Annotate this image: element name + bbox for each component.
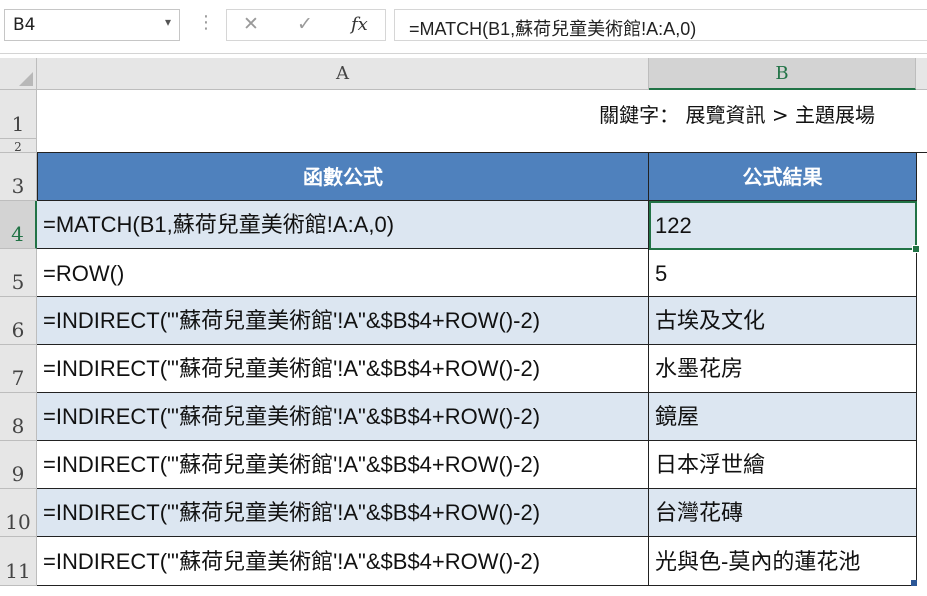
cell-b5[interactable]: 5: [649, 249, 917, 297]
row-header-5[interactable]: 5: [0, 249, 37, 297]
more-options-icon[interactable]: ⋮: [197, 14, 215, 32]
cell-b10[interactable]: 台灣花磚: [649, 489, 917, 537]
cell-a11[interactable]: =INDIRECT("'蘇荷兒童美術館'!A"&$B$4+ROW()-2): [37, 537, 649, 586]
header-result[interactable]: 公式結果: [649, 153, 917, 201]
select-all-button[interactable]: [0, 58, 37, 90]
row-number: 7: [11, 366, 25, 390]
result-cell-text: 5: [655, 261, 668, 286]
result-cell-text: 古埃及文化: [655, 308, 766, 333]
keyword-label: 關鍵字： 展覽資訊 > 主題展場: [599, 103, 875, 127]
cell-b8[interactable]: 鏡屋: [649, 393, 917, 441]
formula-buttons: ✕ ✓ fx: [226, 9, 386, 41]
header-formula[interactable]: 函數公式: [37, 153, 649, 201]
chevron-down-icon[interactable]: ▾: [165, 15, 171, 29]
row-header-10[interactable]: 10: [0, 489, 37, 537]
formula-input[interactable]: =MATCH(B1,蘇荷兒童美術館!A:A,0): [394, 9, 927, 41]
formula-cell-text: =INDIRECT("'蘇荷兒童美術館'!A"&$B$4+ROW()-2): [43, 452, 541, 477]
formula-cell-text: =INDIRECT("'蘇荷兒童美術館'!A"&$B$4+ROW()-2): [43, 356, 541, 381]
result-cell-text: 光與色-莫內的蓮花池: [655, 549, 861, 574]
cell-a7[interactable]: =INDIRECT("'蘇荷兒童美術館'!A"&$B$4+ROW()-2): [37, 345, 649, 393]
name-box[interactable]: B4 ▾: [4, 9, 180, 41]
cell-a6[interactable]: =INDIRECT("'蘇荷兒童美術館'!A"&$B$4+ROW()-2): [37, 297, 649, 345]
formula-text: =MATCH(B1,蘇荷兒童美術館!A:A,0): [409, 19, 697, 39]
row-header-9[interactable]: 9: [0, 441, 37, 489]
header-formula-label: 函數公式: [303, 165, 383, 189]
cell-a5[interactable]: =ROW(): [37, 249, 649, 297]
row-header-2[interactable]: 2: [0, 139, 37, 154]
table-resize-handle[interactable]: [911, 580, 917, 586]
row-header-8[interactable]: 8: [0, 393, 37, 441]
insert-function-icon[interactable]: fx: [351, 14, 368, 35]
row-number: 10: [5, 510, 31, 534]
row-number: 9: [11, 462, 25, 486]
fill-handle[interactable]: [912, 245, 920, 253]
cell-b6[interactable]: 古埃及文化: [649, 297, 917, 345]
cell-b11[interactable]: 光與色-莫內的蓮花池: [649, 537, 917, 586]
row-header-4[interactable]: 4: [0, 201, 37, 249]
formula-cell-text: =INDIRECT("'蘇荷兒童美術館'!A"&$B$4+ROW()-2): [43, 308, 541, 333]
row-number: 5: [11, 270, 25, 294]
row-number: 1: [11, 112, 25, 136]
row-number: 2: [14, 140, 22, 154]
cell-a8[interactable]: =INDIRECT("'蘇荷兒童美術館'!A"&$B$4+ROW()-2): [37, 393, 649, 441]
cell-a9[interactable]: =INDIRECT("'蘇荷兒童美術館'!A"&$B$4+ROW()-2): [37, 441, 649, 489]
name-box-value: B4: [13, 15, 36, 35]
cell-b9[interactable]: 日本浮世繪: [649, 441, 917, 489]
result-cell-text: 鏡屋: [655, 404, 700, 429]
select-all-icon: [19, 72, 33, 86]
cancel-icon[interactable]: ✕: [243, 13, 259, 35]
row-number: 8: [11, 414, 25, 438]
row-number: 6: [11, 318, 25, 342]
row-header-11[interactable]: 11: [0, 537, 37, 586]
column-header-c[interactable]: [916, 58, 927, 90]
row-header-7[interactable]: 7: [0, 345, 37, 393]
formula-cell-text: =MATCH(B1,蘇荷兒童美術館!A:A,0): [43, 212, 395, 237]
cell-b7[interactable]: 水墨花房: [649, 345, 917, 393]
cell-a4[interactable]: =MATCH(B1,蘇荷兒童美術館!A:A,0): [37, 201, 649, 249]
formula-cell-text: =INDIRECT("'蘇荷兒童美術館'!A"&$B$4+ROW()-2): [43, 404, 541, 429]
result-cell-text: 日本浮世繪: [655, 452, 766, 477]
formula-cell-text: =ROW(): [43, 261, 125, 286]
row-header-1[interactable]: 1: [0, 90, 37, 139]
row-header-6[interactable]: 6: [0, 297, 37, 345]
result-cell-text: 水墨花房: [655, 356, 744, 381]
formula-cell-text: =INDIRECT("'蘇荷兒童美術館'!A"&$B$4+ROW()-2): [43, 549, 541, 574]
column-header-b[interactable]: B: [649, 58, 916, 90]
column-header-a[interactable]: A: [37, 58, 649, 90]
enter-icon[interactable]: ✓: [297, 13, 313, 35]
header-result-label: 公式結果: [742, 165, 823, 189]
row-header-3[interactable]: 3: [0, 153, 37, 201]
result-cell-text: 台灣花磚: [655, 500, 744, 525]
result-cell-text: 122: [655, 213, 692, 238]
cell-b4[interactable]: 122: [649, 201, 917, 249]
row-number: 11: [5, 559, 31, 583]
row-number: 3: [11, 174, 25, 198]
formula-bar: B4 ▾ ⋮ ✕ ✓ fx =MATCH(B1,蘇荷兒童美術館!A:A,0): [0, 0, 927, 54]
formula-cell-text: =INDIRECT("'蘇荷兒童美術館'!A"&$B$4+ROW()-2): [43, 500, 541, 525]
cell-a10[interactable]: =INDIRECT("'蘇荷兒童美術館'!A"&$B$4+ROW()-2): [37, 489, 649, 537]
row-number: 4: [11, 222, 24, 246]
